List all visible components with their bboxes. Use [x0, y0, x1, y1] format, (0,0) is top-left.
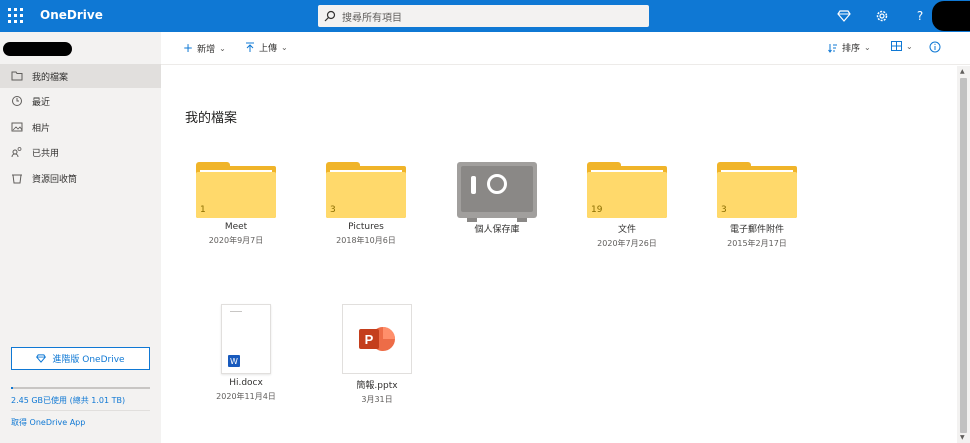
item-date: 3月31日: [361, 395, 393, 404]
chevron-down-icon: ⌄: [864, 43, 871, 52]
item-count: 3: [330, 205, 336, 215]
powerpoint-icon: P: [359, 327, 395, 351]
item-date: 2020年9月7日: [208, 236, 264, 245]
item-count: 3: [721, 205, 727, 215]
divider: [11, 410, 150, 411]
folder-tile[interactable]: 3 Pictures 2018年10月6日: [316, 162, 416, 246]
svg-text:P: P: [365, 332, 374, 347]
item-name[interactable]: Meet: [186, 222, 286, 232]
upload-button[interactable]: 上傳 ⌄: [245, 41, 288, 54]
premium-diamond-icon[interactable]: [834, 5, 854, 27]
scrollbar-thumb[interactable]: [960, 78, 967, 433]
file-tile[interactable]: W Hi.docx 2020年11月4日: [196, 304, 296, 402]
upload-label: 上傳: [259, 44, 278, 54]
chevron-down-icon: ⌄: [906, 41, 913, 51]
item-name[interactable]: 文件: [577, 222, 677, 235]
item-count: 19: [591, 205, 603, 215]
top-bar: OneDrive 搜尋所有項目 ?: [0, 0, 970, 32]
nav-item-recent[interactable]: 最近: [0, 89, 161, 113]
account-avatar[interactable]: [932, 1, 970, 31]
item-name[interactable]: Pictures: [316, 222, 416, 232]
folder-icon: 1: [196, 162, 276, 218]
app-launcher-icon[interactable]: [8, 8, 24, 24]
nav-item-label: 資源回收筒: [32, 174, 78, 185]
personal-vault-icon: [457, 162, 537, 222]
folder-icon: 19: [587, 162, 667, 218]
diamond-icon: [36, 354, 47, 363]
nav-item-my-files[interactable]: 我的檔案: [0, 64, 161, 88]
nav-item-label: 已共用: [32, 148, 60, 159]
command-bar: + 新增 ⌄ 上傳 ⌄ 排序 ⌄ ⌄: [161, 32, 970, 65]
storage-meter: [11, 387, 150, 389]
premium-onedrive-button[interactable]: 進階版 OneDrive: [11, 347, 150, 370]
sort-label: 排序: [842, 44, 861, 54]
nav-item-photos[interactable]: 相片: [0, 115, 161, 139]
premium-label: 進階版 OneDrive: [52, 355, 125, 365]
search-placeholder: 搜尋所有項目: [342, 12, 402, 24]
get-app-link[interactable]: 取得 OneDrive App: [11, 417, 85, 428]
folder-icon: [8, 71, 26, 81]
item-name[interactable]: 簡報.pptx: [327, 378, 427, 391]
folder-icon: 3: [326, 162, 406, 218]
folder-tile[interactable]: 19 文件 2020年7月26日: [577, 162, 677, 249]
word-icon: W: [228, 355, 240, 367]
search-box[interactable]: 搜尋所有項目: [318, 5, 649, 27]
info-icon: [929, 41, 941, 53]
item-name[interactable]: Hi.docx: [196, 378, 296, 388]
nav-item-shared[interactable]: 已共用: [0, 140, 161, 164]
file-tile[interactable]: P 簡報.pptx 3月31日: [327, 304, 427, 405]
nav-item-recycle-bin[interactable]: 資源回收筒: [0, 166, 161, 190]
new-label: 新增: [197, 44, 216, 55]
vertical-scrollbar[interactable]: ▲ ▼: [957, 66, 970, 443]
settings-gear-icon[interactable]: [872, 5, 892, 27]
nav-item-label: 我的檔案: [32, 72, 69, 83]
page-title: 我的檔案: [185, 111, 238, 126]
vault-tile[interactable]: 個人保存庫: [447, 162, 547, 235]
item-date: 2020年7月26日: [597, 239, 657, 248]
folder-tile[interactable]: 3 電子郵件附件 2015年2月17日: [707, 162, 807, 249]
help-icon[interactable]: ?: [910, 5, 930, 27]
user-name-redacted: [3, 42, 72, 56]
upload-icon: [246, 42, 254, 52]
main-content: 我的檔案 1 Meet 2020年9月7日 3 Pictures 2018年10…: [161, 66, 957, 443]
storage-usage-link[interactable]: 2.45 GB已使用 (總共 1.01 TB): [11, 395, 125, 406]
search-icon: [324, 10, 336, 22]
nav-item-label: 相片: [32, 123, 51, 134]
item-date: 2020年11月4日: [216, 392, 276, 401]
nav-item-label: 最近: [32, 97, 51, 108]
sort-icon: [828, 43, 837, 53]
item-name[interactable]: 電子郵件附件: [707, 222, 807, 235]
storage-meter-fill: [11, 387, 14, 389]
folder-icon: 3: [717, 162, 797, 218]
scroll-up-arrow-icon[interactable]: ▲: [960, 68, 965, 75]
recycle-bin-icon: [8, 172, 26, 184]
header-actions: ?: [834, 5, 930, 27]
powerpoint-thumbnail: P: [342, 304, 412, 374]
brand-name[interactable]: OneDrive: [40, 8, 103, 22]
sort-button[interactable]: 排序 ⌄: [828, 41, 871, 54]
new-button[interactable]: + 新增 ⌄: [183, 41, 226, 55]
scroll-down-arrow-icon[interactable]: ▼: [960, 434, 965, 441]
info-pane-button[interactable]: [929, 41, 941, 53]
chevron-down-icon: ⌄: [281, 43, 288, 52]
view-options-button[interactable]: ⌄: [891, 41, 913, 51]
item-date: 2018年10月6日: [336, 236, 396, 245]
item-date: 2015年2月17日: [727, 239, 787, 248]
grid-view-icon: [891, 41, 902, 51]
photos-icon: [8, 122, 26, 132]
folder-tile[interactable]: 1 Meet 2020年9月7日: [186, 162, 286, 246]
chevron-down-icon: ⌄: [219, 43, 226, 53]
shared-icon: [8, 146, 26, 158]
recent-icon: [8, 95, 26, 107]
item-name[interactable]: 個人保存庫: [447, 222, 547, 235]
word-document-thumbnail: W: [221, 304, 271, 374]
item-count: 1: [200, 205, 206, 215]
plus-icon: +: [183, 41, 194, 55]
